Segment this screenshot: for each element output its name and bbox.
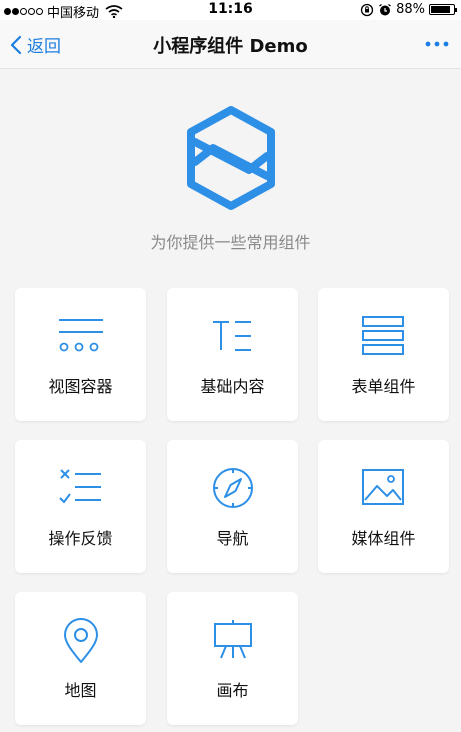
component-card-map[interactable]: 地图 (15, 592, 146, 725)
battery-icon (429, 4, 457, 15)
component-label: 表单组件 (351, 377, 416, 396)
component-label: 地图 (64, 681, 97, 700)
navigation-bar: 返回 小程序组件 Demo (0, 20, 461, 69)
basic-content-icon (213, 321, 251, 351)
map-pin-icon (64, 618, 98, 663)
component-label: 基础内容 (200, 377, 265, 396)
compass-icon (213, 468, 253, 508)
feedback-icon (59, 469, 101, 504)
component-label: 画布 (216, 681, 249, 700)
rotation-lock-icon (360, 3, 374, 16)
page-subtitle: 为你提供一些常用组件 (150, 233, 311, 252)
miniprogram-logo-icon (187, 106, 275, 210)
component-label: 视图容器 (48, 377, 113, 396)
component-card-view-container[interactable]: 视图容器 (15, 288, 146, 421)
component-card-canvas[interactable]: 画布 (167, 592, 298, 725)
more-options-icon[interactable] (423, 32, 451, 56)
component-card-feedback[interactable]: 操作反馈 (15, 440, 146, 573)
image-icon (362, 469, 404, 505)
component-card-basic-content[interactable]: 基础内容 (167, 288, 298, 421)
component-label: 操作反馈 (48, 529, 113, 548)
battery-percent: 88% (396, 2, 425, 17)
component-label: 导航 (216, 529, 249, 548)
form-icon (362, 316, 404, 355)
view-container-icon (59, 319, 103, 352)
easel-icon (214, 620, 252, 659)
component-card-navigation[interactable]: 导航 (167, 440, 298, 573)
page-title: 小程序组件 Demo (153, 36, 308, 57)
alarm-icon (379, 3, 392, 15)
component-card-form[interactable]: 表单组件 (318, 288, 449, 421)
component-label: 媒体组件 (351, 529, 416, 548)
status-right-group: 88% (360, 2, 457, 17)
status-bar: 中国移动 11:16 88% (0, 0, 461, 21)
component-card-media[interactable]: 媒体组件 (318, 440, 449, 573)
